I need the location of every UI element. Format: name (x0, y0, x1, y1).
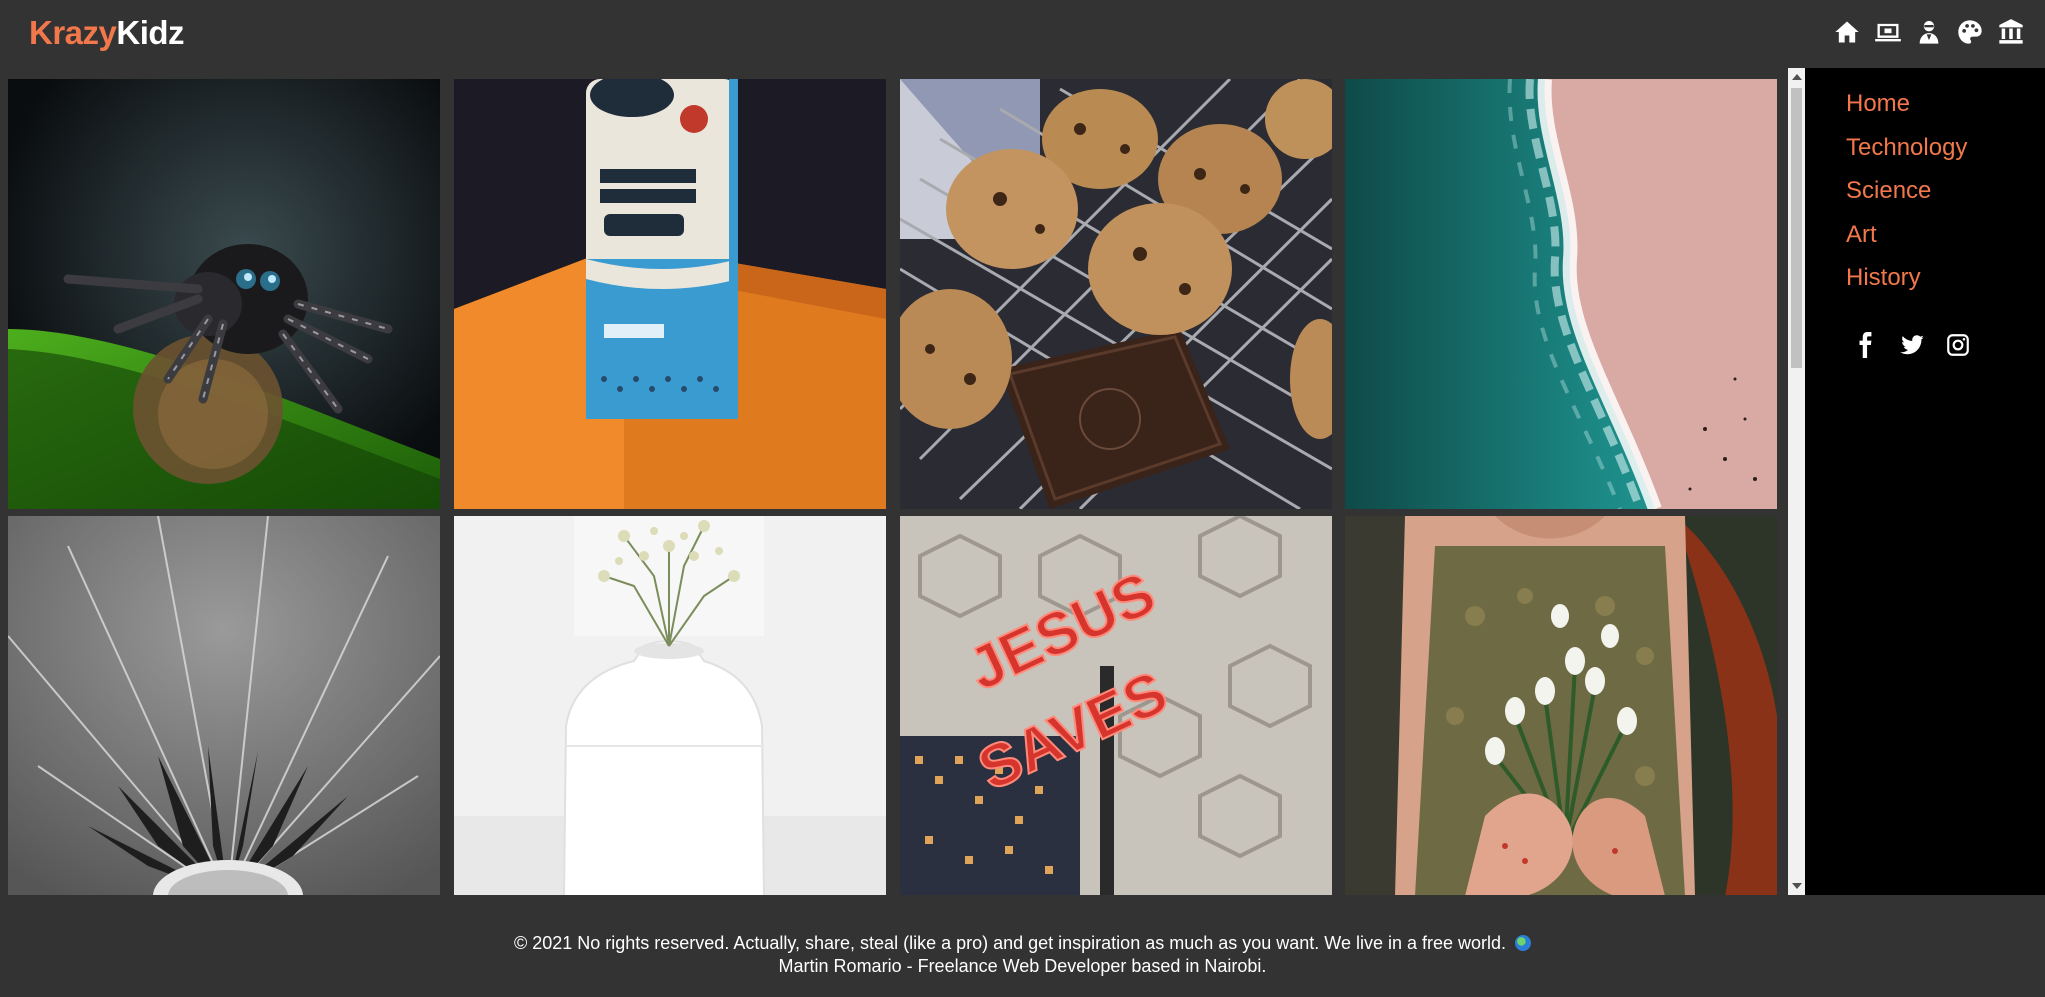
header-icon-nav (1822, 16, 2027, 48)
logo-kidz: Kidz (116, 14, 185, 51)
woman-holding-snowdrops-photo[interactable] (1345, 516, 1777, 895)
twitter-icon[interactable] (1897, 330, 1927, 360)
sidebar-link-home[interactable]: Home (1846, 90, 1967, 134)
scroll-down-arrow-icon[interactable] (1792, 883, 1802, 889)
jesus-saves-neon-sign-photo[interactable]: JESUS SAVES (900, 516, 1332, 895)
facebook-icon[interactable] (1851, 330, 1881, 360)
jumping-spider-photo[interactable] (8, 79, 440, 509)
scientist-icon[interactable] (1913, 16, 1945, 48)
app-root: KrazyKidz JESUS SAVES Home Technology Sc… (0, 0, 2045, 997)
page-footer: © 2021 No rights reserved. Actually, sha… (0, 895, 2045, 997)
dandelion-macro-photo[interactable] (8, 516, 440, 895)
footer-credit-line: Martin Romario - Freelance Web Developer… (778, 956, 1267, 976)
sidebar-link-science[interactable]: Science (1846, 177, 1967, 221)
photo-gallery: JESUS SAVES (0, 68, 1788, 895)
scroll-up-arrow-icon[interactable] (1792, 74, 1802, 80)
instagram-icon[interactable] (1943, 330, 1973, 360)
sidebar-link-history[interactable]: History (1846, 264, 1967, 308)
footer-copyright-text: © 2021 No rights reserved. Actually, sha… (513, 933, 1507, 953)
muffins-on-rack-photo[interactable] (900, 79, 1332, 509)
logo-krazy: Krazy (29, 14, 117, 51)
sidebar-link-technology[interactable]: Technology (1846, 134, 1967, 178)
sidebar: Home Technology Science Art History (1805, 68, 2045, 895)
sidebar-nav: Home Technology Science Art History (1846, 90, 1967, 308)
footer-copyright-line: © 2021 No rights reserved. Actually, sha… (0, 933, 2045, 954)
top-header: KrazyKidz (0, 0, 2045, 68)
home-icon[interactable] (1831, 16, 1863, 48)
palette-icon[interactable] (1954, 16, 1986, 48)
aerial-beach-waves-photo[interactable] (1345, 79, 1777, 509)
gallery-scrollbar[interactable] (1788, 68, 1805, 895)
globe-icon (1515, 935, 1532, 951)
landmark-icon[interactable] (1995, 16, 2027, 48)
site-logo[interactable]: KrazyKidz (29, 14, 185, 52)
white-vase-flowers-photo[interactable] (454, 516, 886, 895)
social-links (1851, 330, 1989, 360)
laptop-icon[interactable] (1872, 16, 1904, 48)
scrollbar-thumb[interactable] (1791, 88, 1802, 368)
coconut-water-kefir-can-photo[interactable] (454, 79, 886, 509)
sidebar-link-art[interactable]: Art (1846, 221, 1967, 265)
